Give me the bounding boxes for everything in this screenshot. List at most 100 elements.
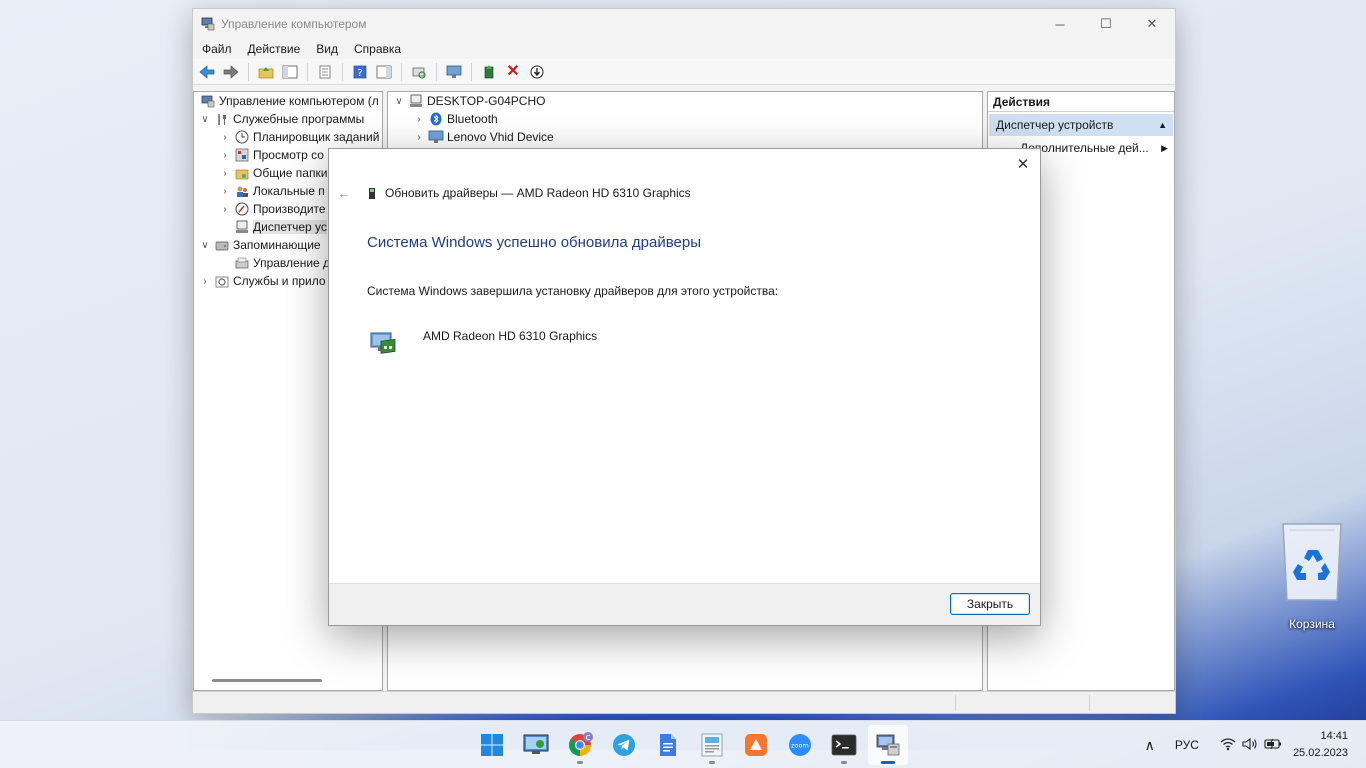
horizontal-scrollbar[interactable] — [212, 679, 322, 682]
chevron-down-icon[interactable]: ∨ — [198, 240, 212, 251]
start-button[interactable] — [472, 725, 512, 765]
battery-icon[interactable] — [1264, 737, 1282, 754]
device-manager-icon — [234, 220, 250, 234]
running-indicator — [881, 761, 895, 764]
menu-view[interactable]: Вид — [316, 42, 338, 56]
recycle-bin[interactable]: Корзина — [1274, 520, 1350, 631]
device-category-bluetooth[interactable]: › Bluetooth — [388, 110, 982, 128]
device-icon — [367, 186, 377, 200]
running-indicator — [841, 761, 847, 764]
chevron-right-icon[interactable]: › — [218, 186, 232, 197]
close-icon[interactable]: ✕ — [1012, 153, 1034, 175]
wifi-icon[interactable] — [1220, 737, 1236, 754]
taskbar-app-remote-desktop[interactable] — [516, 725, 556, 765]
toolbar-separator — [342, 62, 343, 81]
editor-icon — [701, 733, 723, 757]
storage-icon — [214, 238, 230, 252]
clock[interactable]: 14:41 25.02.2023 — [1293, 728, 1348, 762]
back-arrow-icon[interactable] — [197, 62, 217, 82]
toolbar-separator — [401, 62, 402, 81]
actions-header: Действия — [988, 92, 1174, 112]
chevron-right-icon[interactable]: › — [218, 150, 232, 161]
taskbar-app-telegram[interactable] — [604, 725, 644, 765]
services-icon — [214, 274, 230, 288]
menu-help[interactable]: Справка — [354, 42, 401, 56]
taskbar-app-chrome[interactable]: C — [560, 725, 600, 765]
tree-item-root[interactable]: Управление компьютером (л — [194, 92, 382, 110]
terminal-icon — [831, 734, 857, 756]
disable-device-icon[interactable] — [527, 62, 547, 82]
device-category-vhid[interactable]: › Lenovo Vhid Device — [388, 128, 982, 146]
monitor-device-icon — [428, 130, 444, 144]
input-language[interactable]: РУС — [1175, 738, 1199, 752]
chevron-down-icon[interactable]: ∨ — [198, 114, 212, 125]
running-indicator — [709, 761, 715, 764]
menu-file[interactable]: Файл — [202, 42, 232, 56]
monitor-icon[interactable] — [444, 62, 464, 82]
chevron-right-icon[interactable]: › — [412, 132, 426, 143]
chevron-right-icon[interactable]: › — [412, 114, 426, 125]
bluetooth-icon — [428, 112, 444, 126]
chevron-right-icon[interactable]: › — [218, 204, 232, 215]
toolbar-separator — [307, 62, 308, 81]
minimize-button[interactable]: ─ — [1037, 9, 1083, 39]
forward-arrow-icon[interactable] — [221, 62, 241, 82]
menu-action[interactable]: Действие — [248, 42, 301, 56]
properties-icon[interactable] — [315, 62, 335, 82]
update-driver-icon[interactable] — [479, 62, 499, 82]
taskbar-app-terminal[interactable] — [824, 725, 864, 765]
shared-folder-icon — [234, 166, 250, 180]
device-root[interactable]: ∨ DESKTOP-G04PCHO — [388, 92, 982, 110]
close-button[interactable]: Закрыть — [950, 593, 1030, 615]
status-divider — [1089, 695, 1090, 711]
zoom-icon: zoom — [789, 734, 811, 756]
taskbar-app-docs[interactable] — [648, 725, 688, 765]
svg-text:zoom: zoom — [791, 742, 809, 750]
dialog-message: Система Windows завершила установку драй… — [367, 284, 779, 298]
status-bar — [193, 691, 1175, 713]
dialog-header: ← Обновить драйверы — AMD Radeon HD 6310… — [337, 185, 691, 201]
show-hide-icon[interactable] — [374, 62, 394, 82]
back-arrow-icon[interactable]: ← — [337, 185, 357, 201]
close-window-button[interactable]: ✕ — [1129, 9, 1175, 39]
taskbar-app-zoom[interactable]: zoom — [780, 725, 820, 765]
windows-logo-icon — [481, 734, 503, 756]
orange-app-icon — [745, 734, 767, 756]
recycle-bin-label: Корзина — [1289, 617, 1335, 631]
document-icon — [660, 734, 676, 756]
dialog-header-text: Обновить драйверы — AMD Radeon HD 6310 G… — [385, 186, 691, 200]
dialog-title: Система Windows успешно обновила драйвер… — [367, 234, 701, 251]
chevron-right-icon[interactable]: › — [198, 276, 212, 287]
folder-up-icon[interactable] — [256, 62, 276, 82]
tray-overflow-chevron[interactable]: ∧ — [1145, 737, 1155, 754]
chevron-right-icon[interactable]: › — [218, 168, 232, 179]
help-icon[interactable]: ? — [350, 62, 370, 82]
volume-icon[interactable] — [1242, 737, 1258, 754]
telegram-icon — [613, 734, 635, 756]
tree-item-task-scheduler[interactable]: › Планировщик заданий — [194, 128, 382, 146]
clock-time: 14:41 — [1320, 730, 1348, 742]
collapse-triangle-icon[interactable]: ▲ — [1158, 120, 1167, 130]
computer-icon — [408, 94, 424, 108]
taskbar: C zoom ∧ РУС 14:41 25.02.2023 — [0, 720, 1366, 768]
maximize-button[interactable]: ☐ — [1083, 9, 1129, 39]
scan-hardware-icon[interactable] — [409, 62, 429, 82]
toolbar-separator — [248, 62, 249, 81]
chevron-right-icon[interactable]: › — [218, 132, 232, 143]
event-viewer-icon — [234, 148, 250, 162]
running-indicator — [577, 761, 583, 764]
title-bar[interactable]: Управление компьютером ─ ☐ ✕ — [193, 9, 1175, 39]
uninstall-icon[interactable]: ✕ — [503, 62, 523, 82]
chevron-down-icon[interactable]: ∨ — [392, 96, 406, 107]
taskbar-app-editor[interactable] — [692, 725, 732, 765]
computer-management-icon — [876, 734, 900, 756]
console-tree-icon[interactable] — [280, 62, 300, 82]
taskbar-app-computer-management[interactable] — [868, 725, 908, 765]
system-tray: ∧ РУС 14:41 25.02.2023 — [1139, 721, 1366, 768]
clock-icon — [234, 130, 250, 144]
actions-section-device-manager[interactable]: Диспетчер устройств ▲ — [989, 114, 1173, 136]
tree-item-system-tools[interactable]: ∨ Служебные программы — [194, 110, 382, 128]
taskbar-app-orange[interactable] — [736, 725, 776, 765]
update-driver-dialog: ✕ ← Обновить драйверы — AMD Radeon HD 63… — [328, 148, 1041, 626]
submenu-arrow-icon: ▶ — [1161, 142, 1168, 153]
